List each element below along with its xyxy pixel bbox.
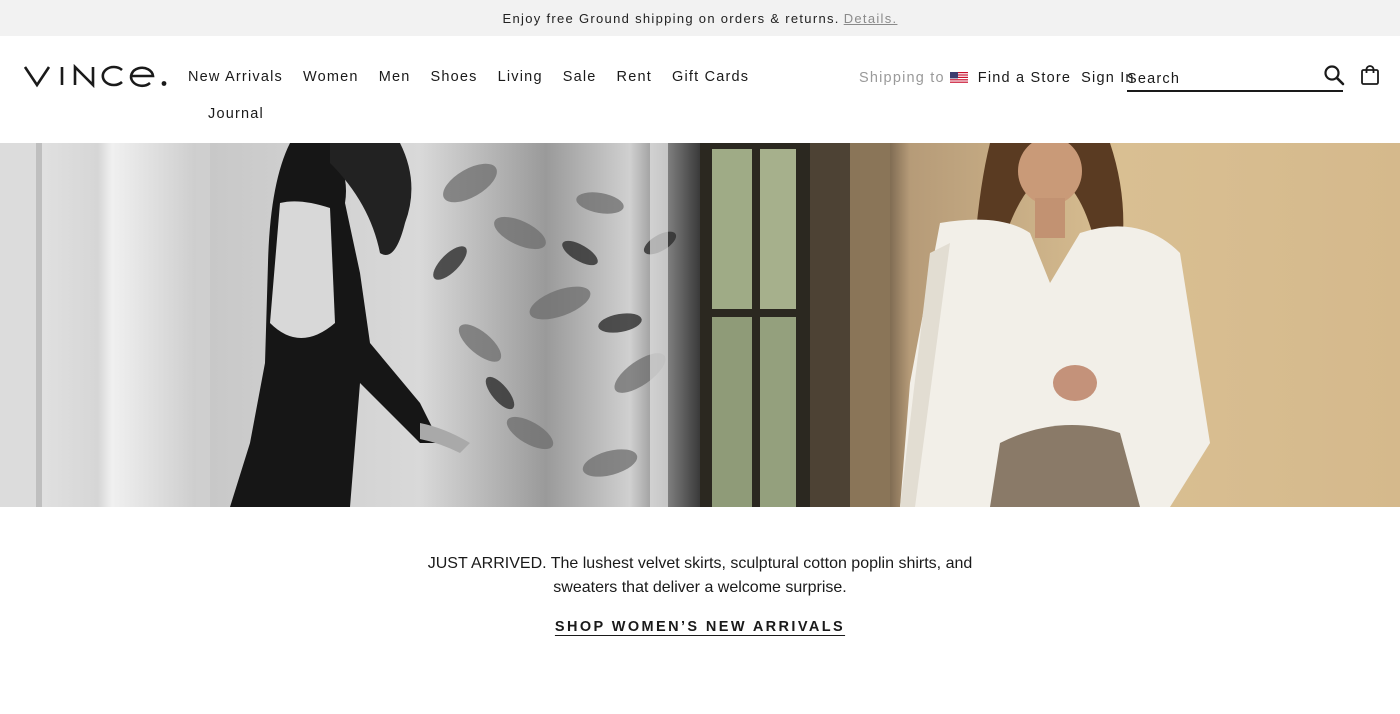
cta-wrap: SHOP WOMEN’S NEW ARRIVALS	[0, 618, 1400, 636]
hero-right-illustration	[700, 143, 1210, 507]
shop-womens-new-arrivals-link[interactable]: SHOP WOMEN’S NEW ARRIVALS	[555, 619, 845, 635]
search-input[interactable]	[1127, 66, 1317, 90]
shopping-bag-icon[interactable]	[1359, 64, 1381, 86]
hero-banner[interactable]	[0, 143, 1400, 507]
hero-copy: JUST ARRIVED. The lushest velvet skirts,…	[0, 552, 1400, 600]
nav-new-arrivals[interactable]: New Arrivals	[188, 69, 283, 85]
hero-description: JUST ARRIVED. The lushest velvet skirts,…	[427, 555, 973, 596]
find-a-store-link[interactable]: Find a Store	[978, 70, 1071, 86]
nav-living[interactable]: Living	[498, 69, 543, 85]
nav-rent[interactable]: Rent	[617, 69, 652, 85]
us-flag-icon[interactable]	[949, 72, 968, 84]
hero-image-left[interactable]	[0, 143, 700, 507]
shipping-to-label[interactable]: Shipping to	[859, 70, 945, 86]
nav-women[interactable]: Women	[303, 69, 359, 85]
nav-gift-cards[interactable]: Gift Cards	[672, 69, 749, 85]
main-nav: New Arrivals Women Men Shoes Living Sale…	[188, 69, 749, 122]
vince-logo[interactable]	[24, 64, 168, 88]
hero-left-illustration	[0, 143, 677, 507]
promo-bar: Enjoy free Ground shipping on orders & r…	[0, 0, 1400, 36]
hero-image-right[interactable]	[700, 143, 1400, 507]
utility-links: Shipping to Find a Store Sign In	[859, 70, 1135, 86]
nav-journal[interactable]: Journal	[208, 106, 264, 122]
nav-sale[interactable]: Sale	[563, 69, 597, 85]
promo-text: Enjoy free Ground shipping on orders & r…	[502, 10, 840, 26]
search-icon[interactable]	[1323, 64, 1345, 86]
search-field	[1127, 66, 1343, 92]
nav-men[interactable]: Men	[379, 69, 411, 85]
nav-shoes[interactable]: Shoes	[431, 69, 478, 85]
promo-details-link[interactable]: Details.	[844, 11, 898, 26]
